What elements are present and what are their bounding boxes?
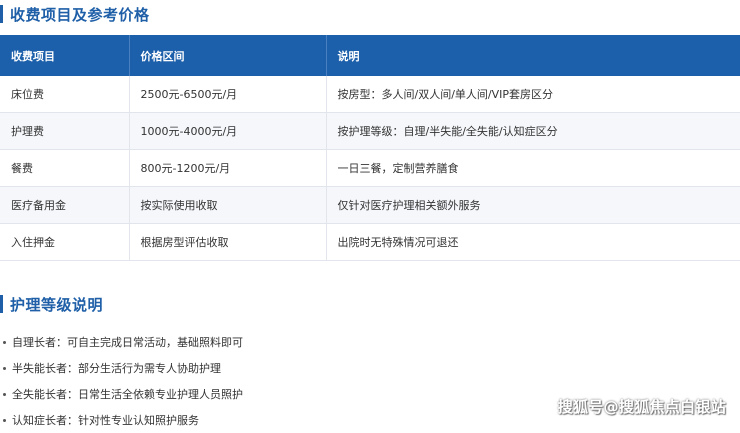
cell-item: 护理费 xyxy=(0,112,130,150)
table-row: 床位费 2500元-6500元/月 按房型：多人间/双人间/单人间/VIP套房区… xyxy=(0,76,740,113)
bullet-icon xyxy=(3,392,6,396)
header-item: 收费项目 xyxy=(0,35,130,76)
bullet-icon xyxy=(3,340,6,344)
cell-note: 仅针对医疗护理相关额外服务 xyxy=(326,186,740,224)
list-item: 认知症长者：针对性专业认知照护服务 xyxy=(0,407,243,433)
fees-section-title-text: 收费项目及参考价格 xyxy=(10,5,150,24)
list-item: 全失能长者：日常生活全依赖专业护理人员照护 xyxy=(0,381,243,407)
header-price: 价格区间 xyxy=(129,35,327,76)
bullet-icon xyxy=(3,366,6,370)
care-level-section-title-text: 护理等级说明 xyxy=(10,295,104,314)
cell-note: 按房型：多人间/双人间/单人间/VIP套房区分 xyxy=(326,76,740,113)
cell-item: 入住押金 xyxy=(0,223,130,261)
cell-note: 一日三餐，定制营养膳食 xyxy=(326,149,740,187)
table-row: 餐费 800元-1200元/月 一日三餐，定制营养膳食 xyxy=(0,149,740,187)
cell-price: 2500元-6500元/月 xyxy=(129,76,327,113)
cell-price: 按实际使用收取 xyxy=(129,186,327,224)
bullet-icon xyxy=(3,418,6,422)
fees-table: 收费项目 价格区间 说明 床位费 2500元-6500元/月 按房型：多人间/双… xyxy=(0,35,740,261)
table-row: 护理费 1000元-4000元/月 按护理等级：自理/半失能/全失能/认知症区分 xyxy=(0,112,740,150)
cell-item: 床位费 xyxy=(0,76,130,113)
cell-price: 根据房型评估收取 xyxy=(129,223,327,261)
list-item-text: 半失能长者：部分生活行为需专人协助护理 xyxy=(12,362,221,375)
cell-note: 出院时无特殊情况可退还 xyxy=(326,223,740,261)
table-header-row: 收费项目 价格区间 说明 xyxy=(0,35,740,76)
title-accent-bar xyxy=(0,5,3,23)
list-item: 自理长者：可自主完成日常活动，基础照料即可 xyxy=(0,329,243,355)
watermark: 搜狐号@搜狐焦点白银站 xyxy=(557,398,726,416)
table-row: 入住押金 根据房型评估收取 出院时无特殊情况可退还 xyxy=(0,223,740,261)
table-row: 医疗备用金 按实际使用收取 仅针对医疗护理相关额外服务 xyxy=(0,186,740,224)
list-item-text: 认知症长者：针对性专业认知照护服务 xyxy=(12,414,199,427)
fees-section-title: 收费项目及参考价格 xyxy=(0,3,150,25)
list-item: 半失能长者：部分生活行为需专人协助护理 xyxy=(0,355,243,381)
cell-price: 1000元-4000元/月 xyxy=(129,112,327,150)
title-accent-bar xyxy=(0,295,3,313)
cell-price: 800元-1200元/月 xyxy=(129,149,327,187)
cell-item: 医疗备用金 xyxy=(0,186,130,224)
cell-item: 餐费 xyxy=(0,149,130,187)
list-item-text: 全失能长者：日常生活全依赖专业护理人员照护 xyxy=(12,388,243,401)
care-level-list: 自理长者：可自主完成日常活动，基础照料即可 半失能长者：部分生活行为需专人协助护… xyxy=(0,329,243,433)
care-level-section-title: 护理等级说明 xyxy=(0,293,103,315)
list-item-text: 自理长者：可自主完成日常活动，基础照料即可 xyxy=(12,336,243,349)
header-note: 说明 xyxy=(326,35,740,76)
cell-note: 按护理等级：自理/半失能/全失能/认知症区分 xyxy=(326,112,740,150)
